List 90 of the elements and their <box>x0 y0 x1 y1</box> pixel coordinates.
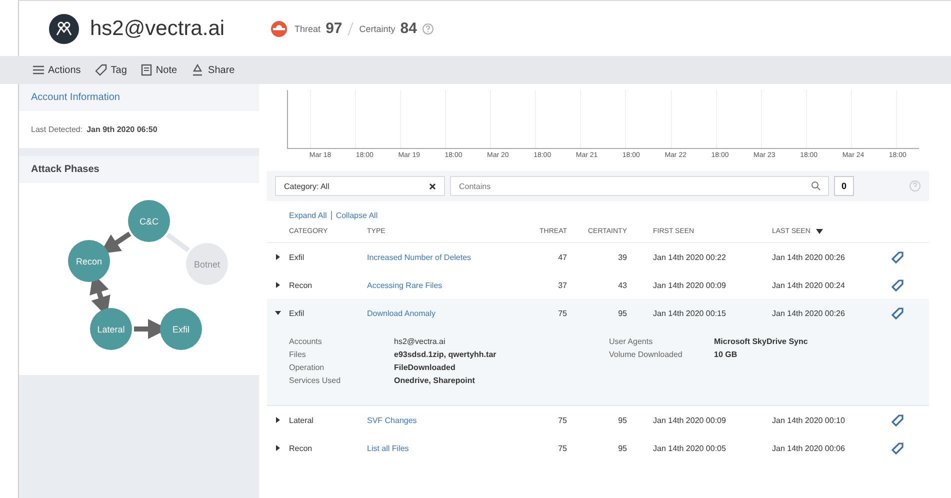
table-cell-text: Jan 14th 2020 00:09 <box>652 416 727 424</box>
table-cell-text: Jan 14th 2020 00:10 <box>771 416 846 424</box>
panel-title[interactable]: Account Information <box>19 84 259 111</box>
tag-icon[interactable] <box>890 278 904 292</box>
account-link[interactable]: hs2@vectra.ai <box>394 335 446 348</box>
detail-value: 10 GB <box>714 349 738 361</box>
caret-icon[interactable] <box>275 282 281 288</box>
table-row[interactable]: Recon Accessing Rare Files 37 43 Jan 14th 2020 00:09 Jan 14th 2020 00:24 <box>267 271 929 299</box>
caret-icon[interactable] <box>275 254 281 260</box>
table-cell-text: Jan 14th 2020 00:26 <box>771 308 846 318</box>
table-cell-text: Jan 14th 2020 00:15 <box>652 308 727 318</box>
threat-label: Threat <box>294 24 321 34</box>
tag-icon[interactable] <box>890 414 904 426</box>
phase-node: C&C <box>128 200 170 242</box>
certainty-label: Certainty <box>359 24 396 34</box>
table-cell-text: 47 <box>557 252 567 262</box>
table-cell-text: 39 <box>617 252 627 262</box>
table-row[interactable]: Lateral SVF Changes 75 95 Jan 14th 2020 00:09 Jan 14th 2020 00:10 <box>267 406 929 434</box>
table-cell-text: Jan 14th 2020 00:22 <box>652 252 727 262</box>
toolbar-button[interactable]: Actions <box>30 62 84 78</box>
table-cell-text: 95 <box>617 308 627 318</box>
category-dropdown[interactable]: Category: All <box>275 176 445 196</box>
table-cell-text: Exfil <box>289 252 306 262</box>
table-cell-text: 75 <box>557 308 567 318</box>
threat-icon <box>270 20 288 38</box>
detail-label: User Agents <box>609 336 654 348</box>
detection-link[interactable]: SVF Changes <box>367 416 517 424</box>
table-cell-text: Lateral <box>289 416 314 424</box>
detail-label: Services Used <box>289 375 342 387</box>
detection-link[interactable]: Download Anomaly <box>367 308 517 318</box>
sort-icon[interactable] <box>816 228 824 234</box>
caret-icon[interactable] <box>275 416 281 422</box>
count-button[interactable]: 0 <box>834 176 854 196</box>
table-cell-text: Jan 14th 2020 00:09 <box>652 280 727 290</box>
table-cell-text: 95 <box>617 444 627 452</box>
detection-link[interactable]: Accessing Rare Files <box>367 280 517 290</box>
table-cell-text: 75 <box>557 416 567 424</box>
table-cell-text: Recon <box>289 280 314 290</box>
detection-link[interactable]: Increased Number of Deletes <box>367 252 517 262</box>
table-row[interactable]: Recon List all Files 75 95 Jan 14th 2020 00:05 Jan 14th 2020 00:06 <box>267 434 929 462</box>
search-icon[interactable] <box>811 181 821 191</box>
detail-label: Files <box>289 349 307 361</box>
menu-icon[interactable] <box>33 65 44 75</box>
phase-node: Exfil <box>160 308 202 350</box>
table-row[interactable]: Exfil Download Anomaly 75 95 Jan 14th 2020 00:15 Jan 14th 2020 00:26 <box>267 299 929 327</box>
toolbar-button[interactable]: Share <box>188 62 238 78</box>
detail-label: Operation <box>289 362 326 374</box>
search-field[interactable]: Contains <box>450 176 829 196</box>
toolbar-button[interactable]: Tag <box>92 62 130 78</box>
last-detected-label: Last Detected: <box>31 125 83 134</box>
detail-label: Accounts <box>289 336 323 348</box>
caret-icon[interactable] <box>275 310 281 316</box>
avatar-icon <box>49 14 79 44</box>
table-cell-text: Jan 14th 2020 00:06 <box>771 444 846 452</box>
tag-icon[interactable] <box>94 64 107 76</box>
detail-value: Onedrive, Sharepoint <box>394 375 475 387</box>
tag-icon[interactable] <box>890 250 904 264</box>
detail-label: Volume Downloaded <box>609 349 684 361</box>
table-cell-text: Jan 14th 2020 00:05 <box>652 444 727 452</box>
share-icon[interactable] <box>191 64 204 76</box>
last-detected-date: Jan 9th 2020 06:50 <box>86 125 158 134</box>
collapse-all-link[interactable]: Collapse All <box>336 211 378 220</box>
toolbar-button[interactable]: Note <box>138 62 180 78</box>
detail-value: FileDownloaded <box>394 362 456 374</box>
table-cell-text: Jan 14th 2020 00:24 <box>771 280 846 290</box>
detail-value: e93sdsd.1zip, qwertyhh.tar <box>394 349 496 361</box>
tag-icon[interactable] <box>890 306 904 320</box>
threat-score: 97 <box>326 20 342 37</box>
table-cell-text: Exfil <box>289 308 306 318</box>
certainty-score: 84 <box>400 20 417 37</box>
table-cell-text: 37 <box>557 280 567 290</box>
detection-link[interactable]: List all Files <box>367 444 517 452</box>
phase-node: Botnet <box>186 243 228 285</box>
phase-node: Lateral <box>90 308 132 350</box>
tag-icon[interactable] <box>890 442 904 454</box>
note-icon[interactable] <box>140 64 152 76</box>
table-cell-text: Recon <box>289 444 314 452</box>
caret-icon[interactable] <box>275 444 281 450</box>
account-name: hs2@vectra.ai <box>90 16 225 40</box>
table-row[interactable]: Exfil Increased Number of Deletes 47 39 Jan 14th 2020 00:22 Jan 14th 2020 00:26 <box>267 243 929 271</box>
phase-node: Recon <box>68 240 110 282</box>
panel-title: Attack Phases <box>19 156 259 183</box>
detail-value: Microsoft SkyDrive Sync <box>714 336 808 348</box>
table-cell-text: 43 <box>617 280 627 290</box>
table-cell-text: 95 <box>617 416 627 424</box>
table-cell-text: Jan 14th 2020 00:26 <box>771 252 846 262</box>
table-cell-text: 75 <box>557 444 567 452</box>
connector-line <box>166 232 190 252</box>
clear-icon[interactable] <box>429 182 436 190</box>
expand-all-link[interactable]: Expand All <box>289 211 327 220</box>
